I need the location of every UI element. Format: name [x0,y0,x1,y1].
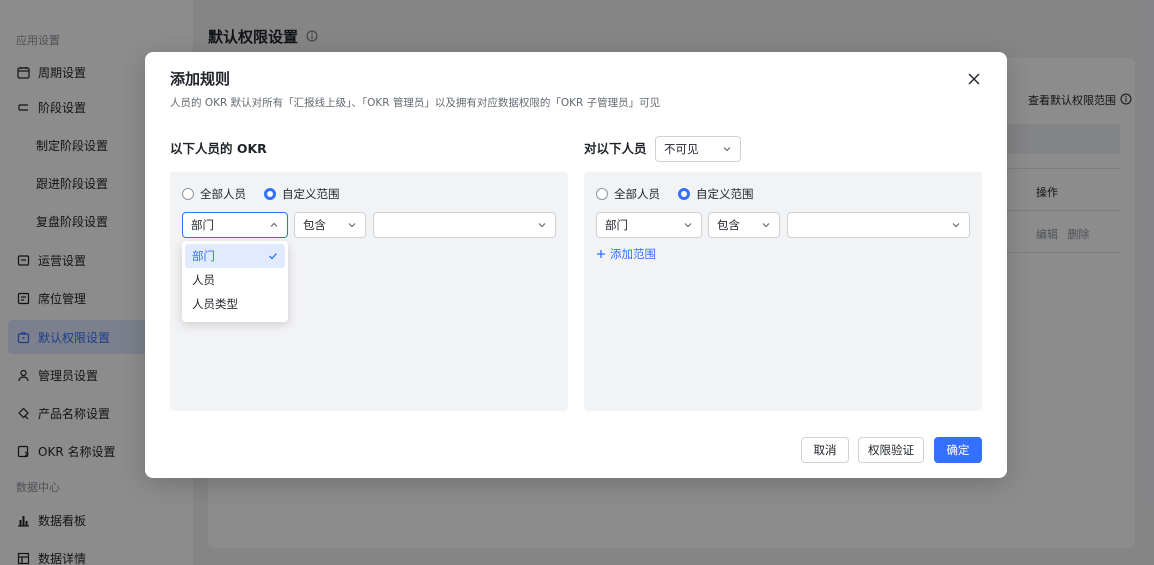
viewer-scope-panel: 全部人员 自定义范围 部门 包含 添加范围 [584,172,982,411]
confirm-button[interactable]: 确定 [934,437,982,463]
field-select[interactable]: 部门 [596,212,702,238]
field-select-value: 部门 [605,218,628,232]
radio-custom-range[interactable] [264,188,276,200]
radio-custom-label: 自定义范围 [696,187,754,201]
dropdown-option-label: 人员 [192,273,215,287]
add-range-label: 添加范围 [610,247,656,261]
dialog-title: 添加规则 [170,70,231,88]
chevron-up-icon [270,222,278,227]
chevron-down-icon [723,147,731,152]
dropdown-option-person[interactable]: 人员 [185,268,285,292]
scope-radio-group: 全部人员 自定义范围 [182,186,352,202]
plus-icon [597,250,605,258]
add-rule-dialog: 添加规则 人员的 OKR 默认对所有「汇报线上级」、「OKR 管理员」以及拥有对… [145,52,1007,478]
visibility-value: 不可见 [664,142,699,156]
radio-all-label: 全部人员 [614,187,660,201]
add-range-button[interactable]: 添加范围 [596,246,656,262]
chevron-down-icon [684,223,692,228]
radio-custom-range[interactable] [678,188,690,200]
dropdown-option-person-type[interactable]: 人员类型 [185,292,285,316]
close-icon [968,73,980,85]
radio-custom-label: 自定义范围 [282,187,340,201]
dropdown-option-department[interactable]: 部门 [185,244,285,268]
dropdown-option-label: 人员类型 [192,297,238,311]
left-section-title: 以下人员的 OKR [170,141,267,156]
chevron-down-icon [538,223,546,228]
close-button[interactable] [965,70,983,88]
right-section-title: 对以下人员 [584,141,647,156]
operator-select[interactable]: 包含 [294,212,366,238]
field-dropdown-menu: 部门 人员 人员类型 [182,241,288,322]
value-select[interactable] [373,212,556,238]
check-icon [269,253,277,260]
chevron-down-icon [952,223,960,228]
radio-all-people[interactable] [182,188,194,200]
operator-select-value: 包含 [303,218,326,232]
value-select[interactable] [787,212,970,238]
visibility-select[interactable]: 不可见 [655,136,741,162]
radio-all-label: 全部人员 [200,187,246,201]
scope-radio-group: 全部人员 自定义范围 [596,186,766,202]
field-select-value: 部门 [191,218,214,232]
field-select[interactable]: 部门 [182,212,288,238]
dropdown-option-label: 部门 [192,249,215,263]
operator-select-value: 包含 [717,218,740,232]
radio-all-people[interactable] [596,188,608,200]
chevron-down-icon [348,223,356,228]
operator-select[interactable]: 包含 [708,212,780,238]
verify-permission-button[interactable]: 权限验证 [858,437,924,463]
cancel-button[interactable]: 取消 [801,437,849,463]
dialog-subtitle: 人员的 OKR 默认对所有「汇报线上级」、「OKR 管理员」以及拥有对应数据权限… [170,97,661,109]
chevron-down-icon [762,223,770,228]
app-window: 应用设置 周期设置 阶段设置 制定阶段设置 跟进阶段设置 复盘阶段设置 运营设置… [0,0,1154,565]
